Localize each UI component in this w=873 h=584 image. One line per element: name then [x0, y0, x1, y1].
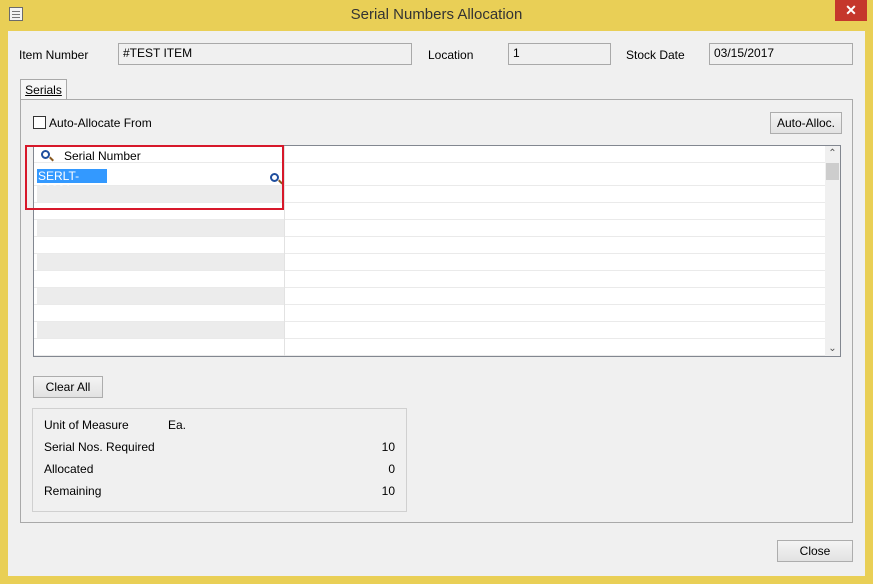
scroll-down-icon[interactable]: ⌄: [825, 341, 840, 356]
table-row[interactable]: [34, 271, 825, 288]
clear-all-button[interactable]: Clear All: [33, 376, 103, 398]
column-divider: [284, 146, 285, 356]
location-field[interactable]: 1: [508, 43, 611, 65]
table-row[interactable]: [34, 254, 825, 271]
dialog-body: Item Number #TEST ITEM Location 1 Stock …: [8, 31, 865, 576]
close-button[interactable]: Close: [777, 540, 853, 562]
auto-allocate-checkbox[interactable]: [33, 116, 46, 129]
unit-of-measure-label: Unit of Measure: [44, 418, 129, 432]
scroll-up-icon[interactable]: ⌃: [825, 146, 840, 161]
allocated-label: Allocated: [44, 462, 94, 476]
stock-date-field[interactable]: 03/15/2017: [709, 43, 853, 65]
table-row[interactable]: [34, 237, 825, 254]
remaining-value: 10: [381, 484, 395, 498]
table-row[interactable]: [34, 322, 825, 339]
item-number-label: Item Number: [19, 48, 89, 62]
title-bar: Serial Numbers Allocation ✕: [0, 0, 873, 30]
allocated-value: 0: [388, 462, 395, 476]
table-row[interactable]: [34, 339, 825, 356]
vertical-scrollbar[interactable]: ⌃ ⌄: [825, 146, 840, 356]
table-row[interactable]: [34, 288, 825, 305]
auto-alloc-button[interactable]: Auto-Alloc.: [770, 112, 842, 134]
allocation-summary: Unit of Measure Ea. Serial Nos. Required…: [32, 408, 407, 512]
item-number-field[interactable]: #TEST ITEM: [118, 43, 412, 65]
stock-date-label: Stock Date: [626, 48, 685, 62]
serial-nos-required-value: 10: [381, 440, 395, 454]
unit-of-measure-value: Ea.: [168, 418, 187, 432]
table-row[interactable]: [34, 305, 825, 322]
serial-nos-required-label: Serial Nos. Required: [44, 440, 155, 454]
scrollbar-thumb[interactable]: [826, 163, 839, 180]
tab-serials-label: Serials: [25, 83, 62, 97]
tab-serials[interactable]: Serials: [20, 79, 67, 101]
highlight-box: [25, 145, 284, 210]
window-close-button[interactable]: ✕: [835, 0, 867, 21]
remaining-label: Remaining: [44, 484, 102, 498]
table-row[interactable]: [34, 220, 825, 237]
window-title: Serial Numbers Allocation: [350, 6, 523, 23]
location-label: Location: [428, 48, 474, 62]
auto-allocate-label: Auto-Allocate From: [49, 116, 152, 130]
serial-numbers-allocation-window: Serial Numbers Allocation ✕ Item Number …: [0, 0, 873, 584]
